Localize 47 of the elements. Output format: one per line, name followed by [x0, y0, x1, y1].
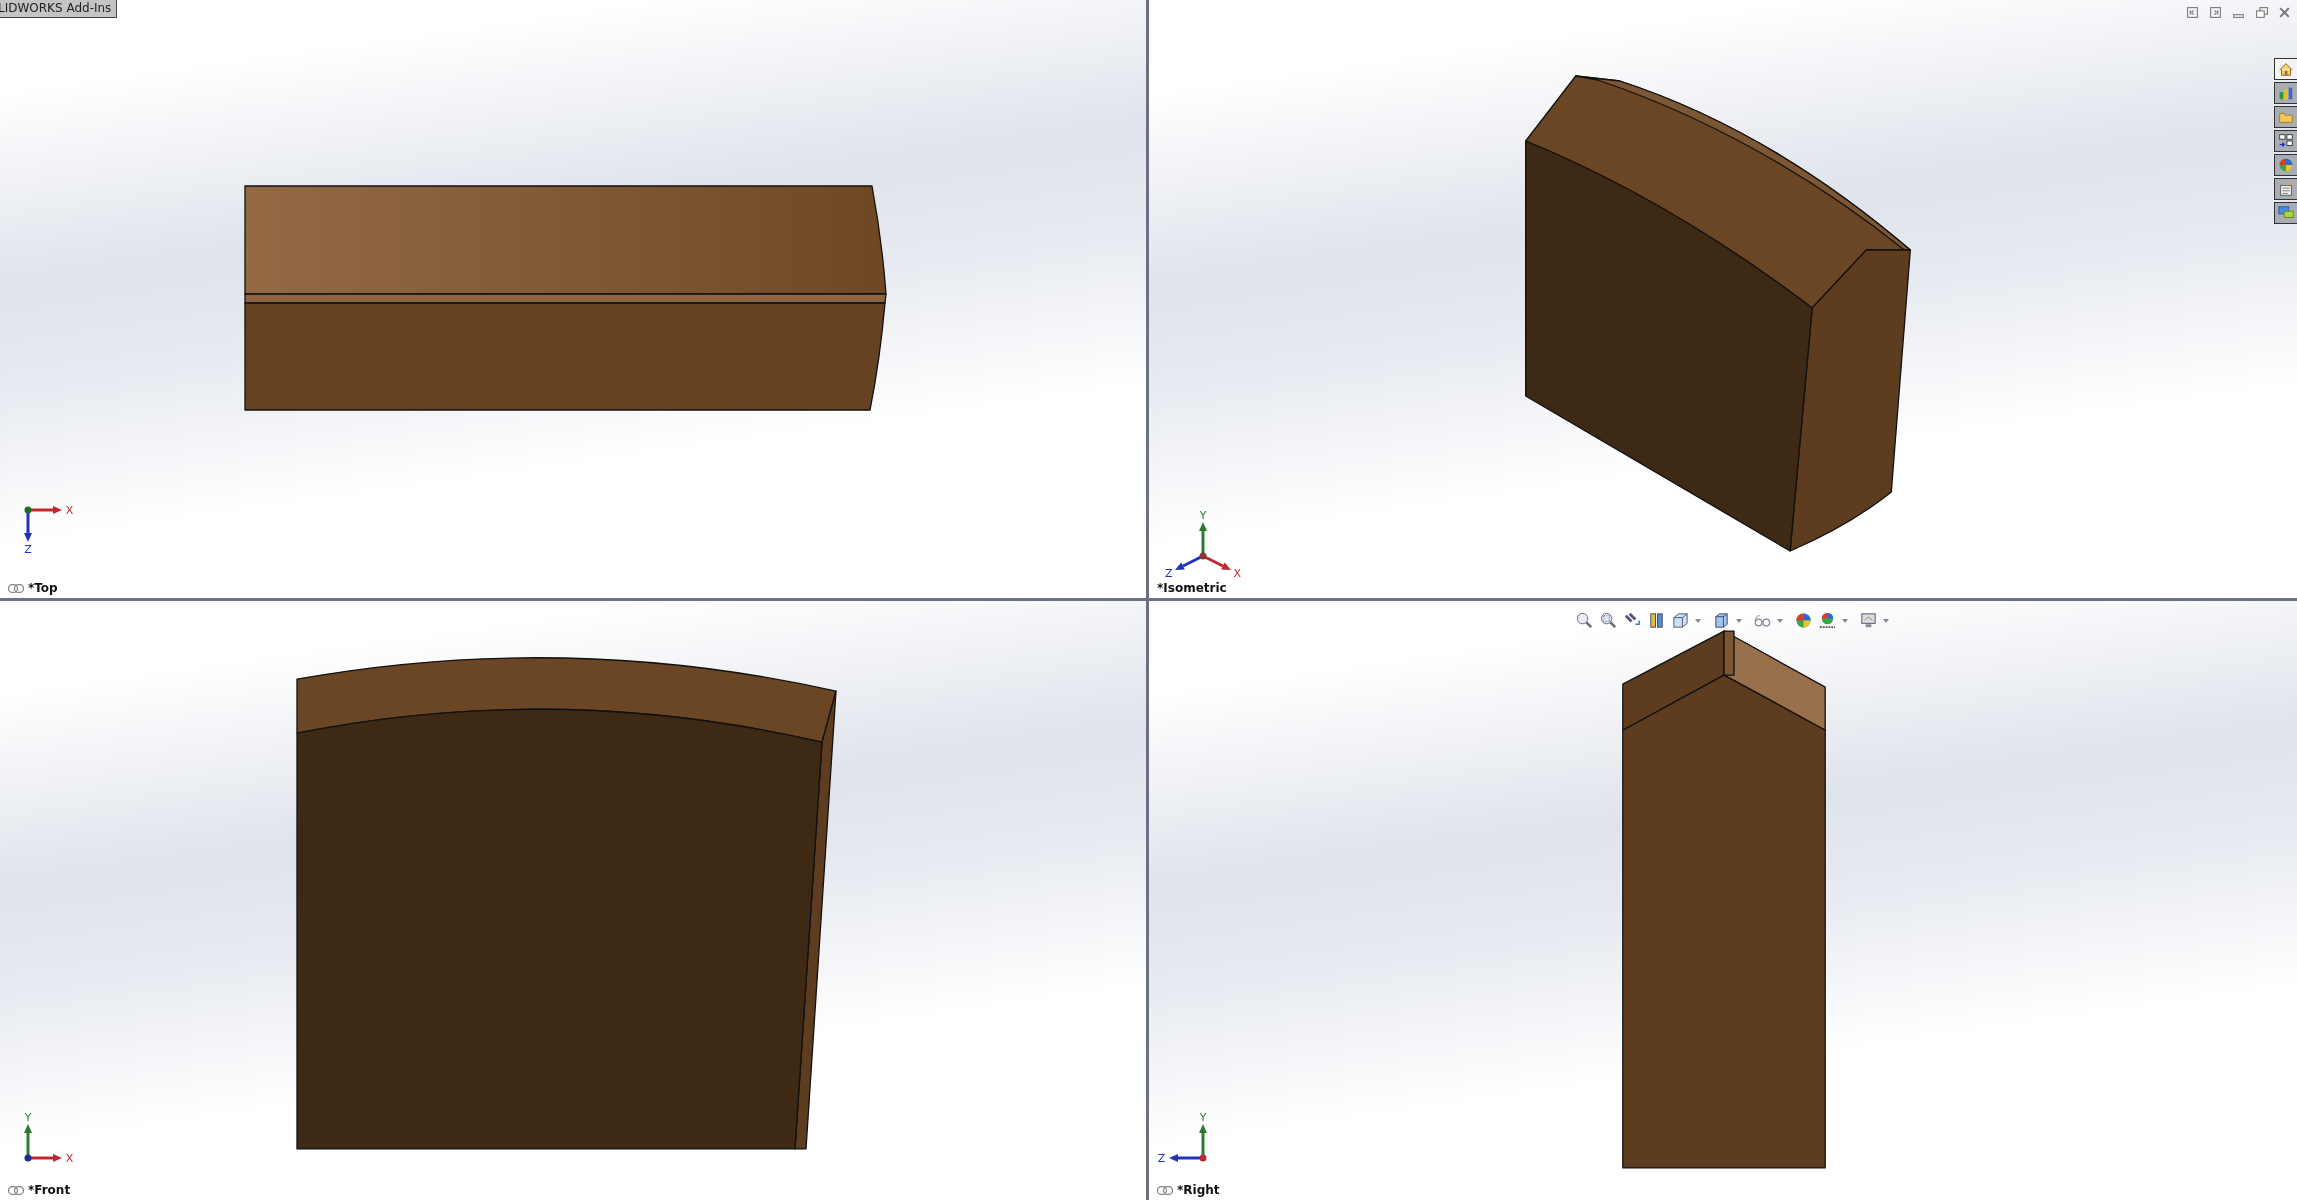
task-pane-tab[interactable]: [2274, 82, 2297, 104]
task-pane-tab[interactable]: [2274, 106, 2297, 128]
axis-label: Z: [1165, 567, 1173, 580]
restore-button[interactable]: [2255, 6, 2268, 19]
color-ball-icon: [2277, 156, 2295, 174]
axis-label: X: [65, 1152, 74, 1165]
scene-ball-icon[interactable]: [1818, 611, 1837, 630]
clipboard-icon: [2277, 180, 2295, 198]
task-pane-tab[interactable]: [2274, 130, 2297, 152]
axis-triad-icon: [1169, 1124, 1207, 1162]
shaded-box-icon[interactable]: [1712, 611, 1731, 630]
task-pane-tab[interactable]: [2274, 178, 2297, 200]
add-ins-tab[interactable]: LIDWORKS Add-Ins: [0, 0, 118, 18]
axis-label: Y: [1199, 508, 1207, 522]
link-icon[interactable]: [1157, 1185, 1173, 1195]
dropdown-caret-icon[interactable]: [1777, 618, 1783, 623]
view-name: *Right: [1177, 1183, 1220, 1197]
zoom-fit-icon[interactable]: [1575, 611, 1594, 630]
tile-right-icon[interactable]: [2209, 6, 2222, 19]
view-name: *Top: [28, 581, 58, 595]
zoom-area-icon[interactable]: [1599, 611, 1618, 630]
view-name: *Isometric: [1157, 581, 1227, 595]
dropdown-caret-icon[interactable]: [1842, 618, 1848, 623]
axis-label: Z: [24, 543, 32, 557]
home-icon: [2277, 60, 2295, 78]
view-name: *Front: [28, 1183, 71, 1197]
axis-label: X: [65, 504, 74, 517]
axis-label: Y: [1199, 1110, 1207, 1124]
axis-label: Z: [1157, 1152, 1166, 1165]
tile-left-icon[interactable]: [2186, 6, 2199, 19]
task-pane-tab[interactable]: [2274, 58, 2297, 80]
axis-triad-icon: [24, 1124, 62, 1162]
axis-triad-icon: [24, 506, 62, 542]
color-ball-icon[interactable]: [1794, 611, 1813, 630]
link-icon[interactable]: [8, 583, 24, 593]
dropdown-caret-icon[interactable]: [1695, 618, 1701, 623]
monitor-icon[interactable]: [1859, 611, 1878, 630]
dropdown-caret-icon[interactable]: [1883, 618, 1889, 623]
task-pane-tab[interactable]: [2274, 202, 2297, 224]
axis-label: Y: [24, 1110, 32, 1124]
dropdown-caret-icon[interactable]: [1736, 618, 1742, 623]
axis-label: X: [1233, 567, 1241, 580]
axis-triad-icon: [1175, 522, 1231, 570]
section-view-icon[interactable]: [1647, 611, 1666, 630]
link-icon[interactable]: [8, 1185, 24, 1195]
close-button[interactable]: [2278, 6, 2291, 19]
task-pane-tab[interactable]: [2274, 154, 2297, 176]
